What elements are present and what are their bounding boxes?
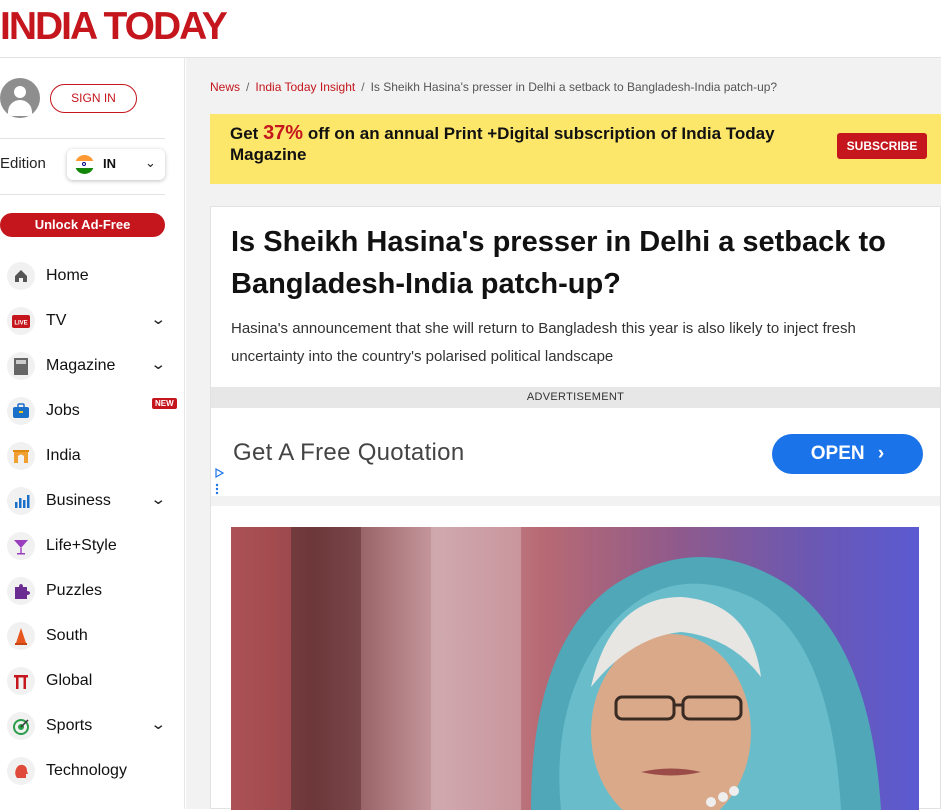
article-card: Is Sheikh Hasina's presser in Delhi a se… [210, 206, 941, 810]
promo-text: Get 37% off on an annual Print +Digital … [230, 123, 790, 165]
india-flag-icon [75, 155, 94, 174]
advertisement[interactable]: Get A Free Quotation OPEN › [211, 408, 940, 496]
sidebar-item-jobs[interactable]: Jobs NEW [7, 395, 182, 427]
new-badge: NEW [152, 398, 177, 409]
brain-icon [7, 757, 35, 785]
india-today-logo[interactable]: INDIA TODAY [0, 6, 228, 48]
ad-spacer [211, 496, 940, 506]
breadcrumb-news[interactable]: News [210, 80, 240, 94]
promo-text-post: off on an annual Print +Digital subscrip… [230, 124, 775, 164]
sidebar-item-home[interactable]: Home [7, 260, 182, 292]
sidebar-divider [0, 194, 165, 195]
bar-chart-icon [7, 487, 35, 515]
advertisement-label: ADVERTISEMENT [211, 387, 940, 408]
sidebar-divider [0, 138, 165, 139]
target-icon [7, 712, 35, 740]
sidebar-item-label: Business [46, 492, 111, 509]
sidebar-item-tv[interactable]: LIVE TV ⌄ [7, 305, 182, 337]
sidebar-item-label: Sports [46, 717, 93, 734]
chevron-down-icon[interactable]: ⌄ [150, 490, 166, 508]
breadcrumb-current: Is Sheikh Hasina's presser in Delhi a se… [370, 80, 778, 94]
svg-text:LIVE: LIVE [14, 321, 27, 327]
sidebar-item-label: Life+Style [46, 537, 117, 554]
temple-icon [7, 622, 35, 650]
article-headline: Is Sheikh Hasina's presser in Delhi a se… [231, 226, 886, 300]
chevron-down-icon[interactable]: ⌄ [150, 355, 166, 373]
live-tv-icon: LIVE [7, 307, 35, 335]
sidebar-item-label: Magazine [46, 357, 116, 374]
sidebar-item-global[interactable]: Global [7, 665, 182, 697]
breadcrumb-separator: / [246, 80, 250, 94]
magazine-icon [7, 352, 35, 380]
chevron-down-icon[interactable]: ⌄ [150, 715, 166, 733]
sidebar-item-business[interactable]: Business ⌄ [7, 485, 182, 517]
adchoices-icon[interactable] [214, 467, 225, 496]
briefcase-icon [7, 397, 35, 425]
main-content: News / India Today Insight / Is Sheikh Hasin… [186, 58, 941, 810]
sidebar-item-label: Global [46, 672, 93, 689]
puzzle-icon [7, 577, 35, 605]
sidebar-item-sports[interactable]: Sports ⌄ [7, 710, 182, 742]
sign-in-button[interactable]: SIGN IN [50, 84, 137, 113]
sidebar-item-technology[interactable]: Technology [7, 755, 182, 787]
edition-value: IN [103, 156, 116, 171]
breadcrumb-separator: / [361, 80, 365, 94]
edition-label: Edition [0, 155, 46, 172]
promo-text-pre: Get [230, 124, 264, 143]
chevron-down-icon: ⌄ [145, 155, 156, 170]
breadcrumb: News / India Today Insight / Is Sheikh Hasin… [210, 80, 777, 94]
article-photo [231, 527, 919, 810]
sidebar-item-india[interactable]: India [7, 440, 182, 472]
article-summary: Hasina's announcement that she will retu… [231, 320, 856, 365]
sidebar-item-label: India [46, 447, 81, 464]
unlock-ad-free-button[interactable]: Unlock Ad-Free [0, 213, 165, 237]
sidebar-item-label: South [46, 627, 88, 644]
sidebar-item-magazine[interactable]: Magazine ⌄ [7, 350, 182, 382]
home-icon [7, 262, 35, 290]
sidebar-item-south[interactable]: South [7, 620, 182, 652]
sidebar-item-puzzles[interactable]: Puzzles [7, 575, 182, 607]
ad-open-button[interactable]: OPEN › [772, 434, 923, 474]
sidebar-item-label: TV [46, 312, 67, 329]
chevron-down-icon[interactable]: ⌄ [150, 310, 166, 328]
subscribe-button[interactable]: SUBSCRIBE [837, 133, 927, 159]
ad-open-label: OPEN [810, 443, 865, 464]
sidebar-item-lifestyle[interactable]: Life+Style [7, 530, 182, 562]
sidebar-item-label: Technology [46, 762, 127, 779]
site-header: INDIA TODAY [0, 0, 941, 58]
breadcrumb-india-today-insight[interactable]: India Today Insight [255, 80, 355, 94]
sidebar-item-label: Puzzles [46, 582, 103, 599]
india-gate-icon [7, 442, 35, 470]
user-avatar-icon[interactable] [0, 78, 40, 118]
subscription-promo-banner[interactable]: Get 37% off on an annual Print +Digital … [210, 114, 941, 184]
torii-gate-icon [7, 667, 35, 695]
promo-discount: 37% [263, 122, 304, 144]
cocktail-icon [7, 532, 35, 560]
ad-text[interactable]: Get A Free Quotation [233, 439, 464, 467]
sidebar-item-label: Jobs [46, 402, 80, 419]
chevron-right-icon: › [877, 443, 885, 464]
sidebar: SIGN IN Edition IN ⌄ Unlock Ad-Free Home… [0, 58, 185, 809]
edition-selector[interactable]: IN ⌄ [67, 149, 165, 180]
sidebar-item-label: Home [46, 267, 89, 284]
